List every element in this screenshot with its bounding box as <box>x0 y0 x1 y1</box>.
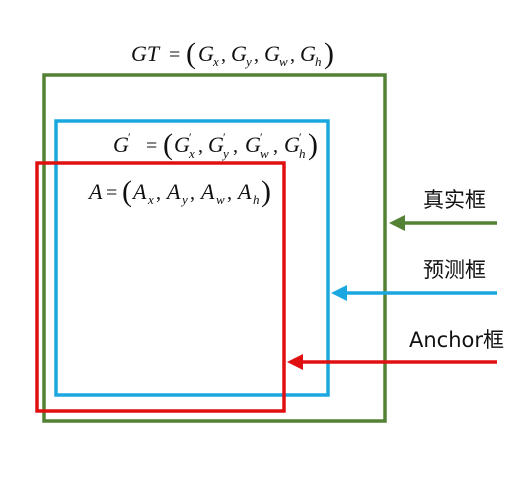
anchor-term-sub: h <box>253 192 260 207</box>
right-paren: ) <box>261 175 271 208</box>
pred-term-base: G <box>284 132 300 157</box>
prime-mark: ′ <box>299 130 302 144</box>
left-paren: ( <box>122 175 132 208</box>
prime-mark: ′ <box>128 130 131 144</box>
gt-term-base: G <box>300 41 316 66</box>
comma: , <box>290 44 295 66</box>
equals-sign: = <box>146 135 157 157</box>
comma: , <box>254 44 259 66</box>
anchor-term-base: A <box>199 179 215 204</box>
pred-term-sub: y <box>221 146 229 161</box>
prime-mark: ′ <box>223 130 226 144</box>
pred-term-base: G <box>208 132 224 157</box>
ground-truth-box <box>42 73 387 423</box>
ground-truth-arrow <box>389 215 497 231</box>
prime-mark: ′ <box>189 130 192 144</box>
pred-term-sub: h <box>299 146 306 161</box>
equals-sign: = <box>106 182 117 204</box>
comma: , <box>233 135 238 157</box>
prediction-formula: G ′ = ( G ′ x , G ′ y , G ′ w , G ′ h ) <box>113 128 318 161</box>
equals-sign: = <box>169 44 180 66</box>
anchor-label: Anchor框 <box>409 328 504 352</box>
anchor-term-base: A <box>165 179 181 204</box>
comma: , <box>156 182 161 204</box>
anchor-arrow <box>287 354 497 370</box>
prediction-label: 预测框 <box>423 258 486 282</box>
prime-mark: ′ <box>260 130 263 144</box>
left-paren: ( <box>186 37 196 70</box>
pred-term-base: G <box>245 132 261 157</box>
comma: , <box>198 135 203 157</box>
pred-term-sub: w <box>260 146 269 161</box>
anchor-term-sub: y <box>180 192 188 207</box>
ground-truth-label: 真实框 <box>423 188 486 212</box>
anchor-formula-lhs: A <box>87 179 103 204</box>
anchor-term-base: A <box>131 179 147 204</box>
right-paren: ) <box>308 128 318 161</box>
gt-term-sub: y <box>244 54 252 69</box>
gt-term-sub: x <box>212 54 219 69</box>
pred-formula-lhs: G <box>113 132 129 157</box>
gt-term-base: G <box>198 41 214 66</box>
anchor-box-diagram: GT = ( G x , G y , G w , G h ) G ′ = ( G… <box>0 0 528 479</box>
anchor-formula: A = ( A x , A y , A w , A h ) <box>87 175 271 208</box>
comma: , <box>190 182 195 204</box>
comma: , <box>273 135 278 157</box>
gt-term-base: G <box>264 41 280 66</box>
gt-formula: GT = ( G x , G y , G w , G h ) <box>131 37 334 70</box>
anchor-term-base: A <box>236 179 252 204</box>
gt-term-sub: h <box>315 54 322 69</box>
pred-term-base: G <box>174 132 190 157</box>
gt-term-sub: w <box>279 54 288 69</box>
prediction-arrow <box>331 285 497 301</box>
gt-term-base: G <box>231 41 247 66</box>
pred-term-sub: x <box>188 146 195 161</box>
anchor-term-sub: w <box>216 192 225 207</box>
comma: , <box>221 44 226 66</box>
right-paren: ) <box>324 37 334 70</box>
comma: , <box>227 182 232 204</box>
left-paren: ( <box>163 128 173 161</box>
gt-formula-lhs: GT <box>131 41 161 66</box>
anchor-term-sub: x <box>147 192 154 207</box>
